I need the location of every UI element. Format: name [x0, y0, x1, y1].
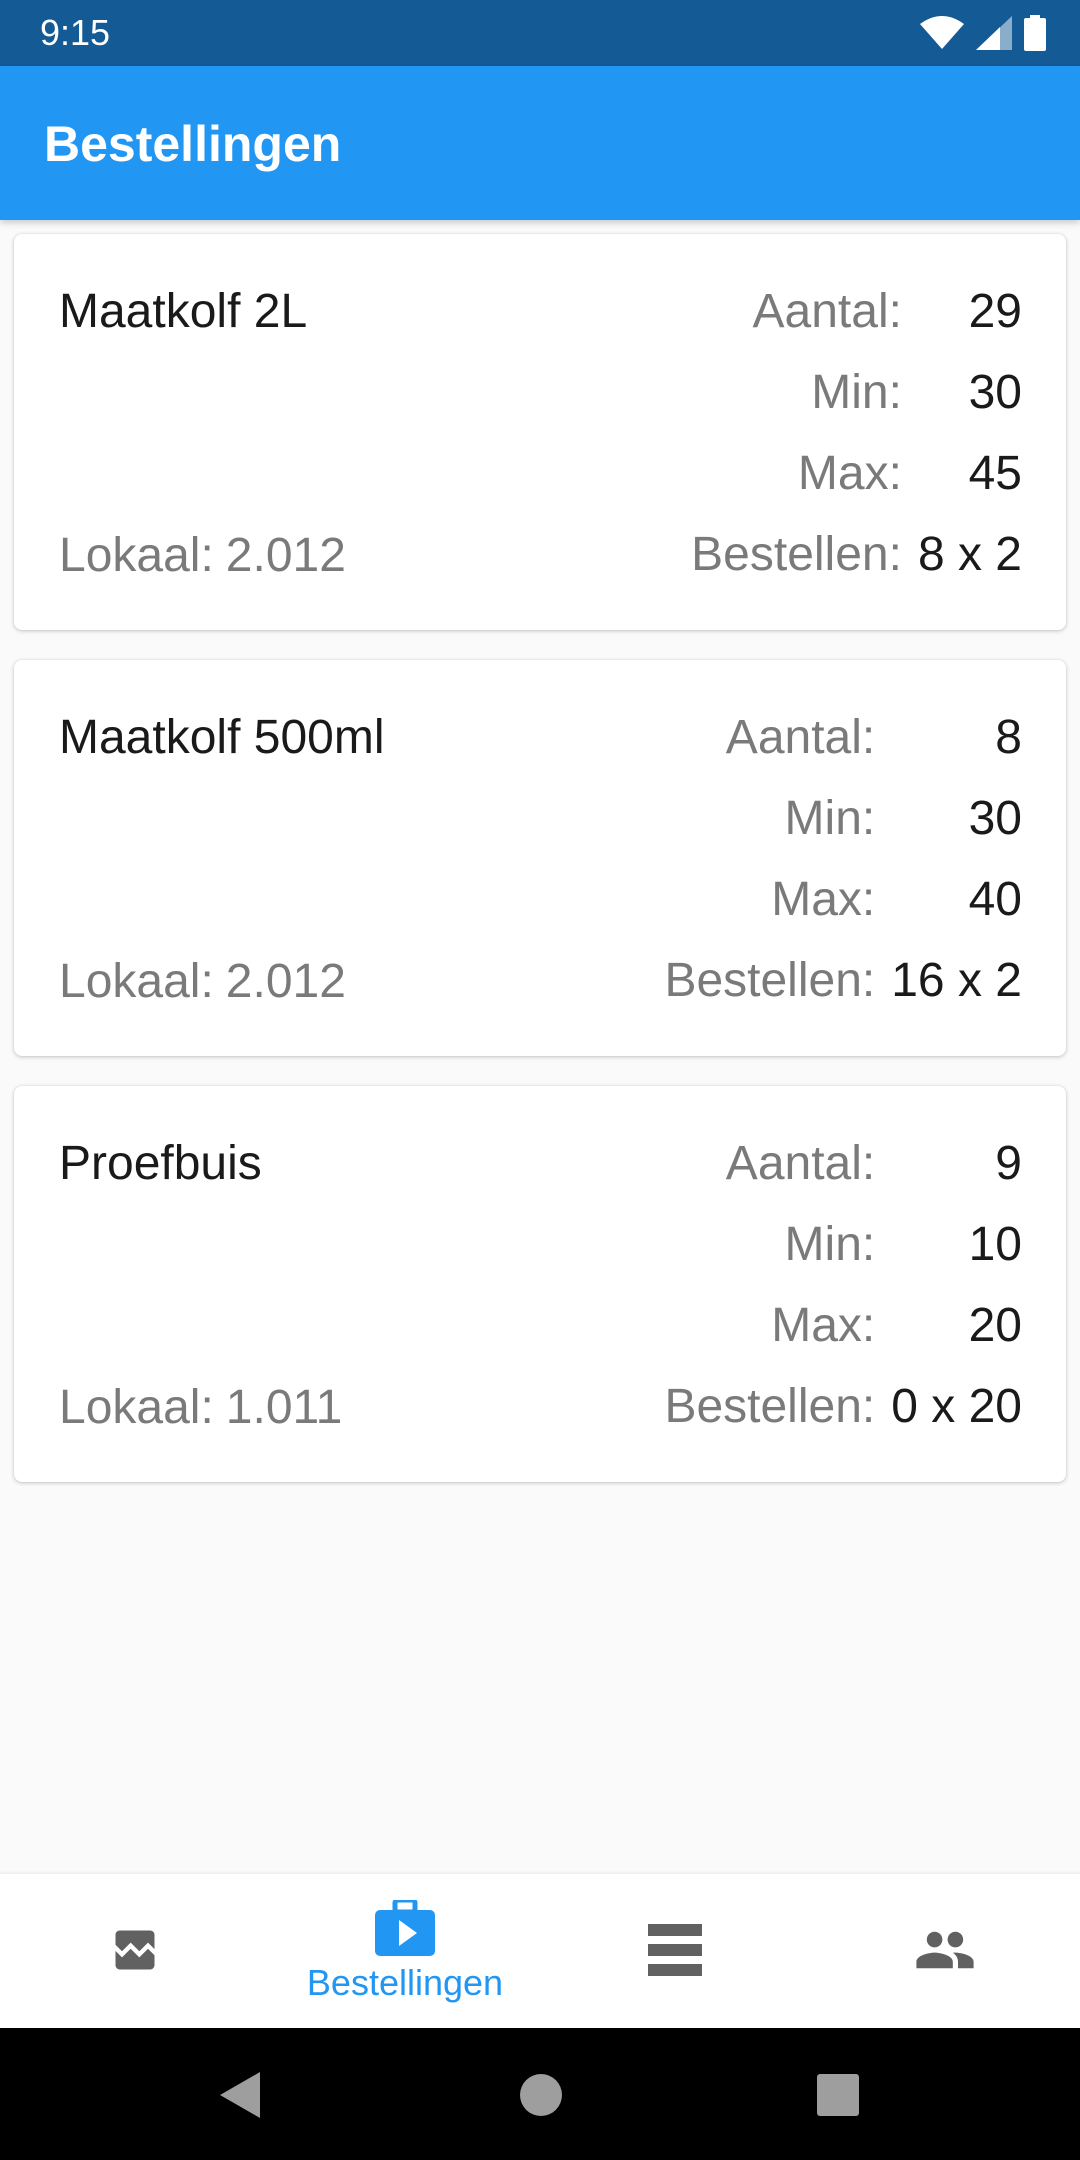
page-title: Bestellingen — [44, 116, 342, 172]
stock-stats: Aantal: 29 Min: 30 Max: 45 Bestellen: 8 … — [691, 284, 1022, 583]
system-navigation-bar — [0, 2028, 1080, 2160]
min-label: Min: — [811, 366, 902, 419]
max-label: Max: — [797, 447, 902, 500]
max-value: 40 — [968, 873, 1022, 926]
aantal-value: 29 — [968, 285, 1022, 338]
back-icon[interactable] — [216, 2070, 266, 2120]
nav-item-people[interactable] — [810, 1874, 1080, 2028]
bottom-navigation: Bestellingen — [0, 1874, 1080, 2028]
bestellen-value: 16 x 2 — [891, 954, 1022, 1007]
bestellen-label: Bestellen: — [664, 1380, 876, 1433]
order-card[interactable]: Maatkolf 500ml Lokaal: 2.012 Aantal: 8 M… — [14, 660, 1066, 1056]
aantal-label: Aantal: — [725, 711, 876, 764]
status-icons — [920, 14, 1046, 52]
app-bar: Bestellingen — [0, 66, 1080, 220]
signal-icon — [976, 16, 1012, 50]
room-info: Lokaal: 2.012 — [59, 954, 346, 1010]
home-icon[interactable] — [516, 2070, 566, 2120]
bestellen-label: Bestellen: — [664, 954, 876, 1007]
order-card[interactable]: Proefbuis Lokaal: 1.011 Aantal: 9 Min: 1… — [14, 1086, 1066, 1482]
status-time: 9:15 — [40, 12, 111, 53]
min-value: 30 — [968, 792, 1022, 845]
aantal-value: 9 — [995, 1137, 1022, 1190]
recents-icon[interactable] — [813, 2070, 863, 2120]
nav-item-chart[interactable] — [0, 1874, 270, 2028]
room-info: Lokaal: 1.011 — [59, 1380, 342, 1436]
max-value: 20 — [968, 1299, 1022, 1352]
min-label: Min: — [784, 1218, 876, 1271]
battery-icon — [1024, 15, 1046, 51]
nav-item-bestellingen[interactable]: Bestellingen — [270, 1874, 540, 2028]
wifi-icon — [920, 16, 964, 50]
product-name: Maatkolf 500ml — [59, 711, 385, 764]
room-value: 1.011 — [225, 1381, 343, 1434]
max-label: Max: — [771, 873, 876, 926]
stock-stats: Aantal: 8 Min: 30 Max: 40 Bestellen: 16 … — [664, 710, 1022, 1009]
room-label: Lokaal: — [59, 529, 214, 582]
nav-label-bestellingen: Bestellingen — [306, 1962, 504, 2003]
stock-stats: Aantal: 9 Min: 10 Max: 20 Bestellen: 0 x… — [664, 1136, 1022, 1435]
bestellen-value: 8 x 2 — [917, 528, 1022, 581]
min-value: 10 — [968, 1218, 1022, 1271]
briefcase-play-icon — [375, 1897, 435, 1961]
people-icon — [913, 1924, 977, 1981]
order-card[interactable]: Maatkolf 2L Lokaal: 2.012 Aantal: 29 Min… — [14, 234, 1066, 630]
min-value: 30 — [968, 366, 1022, 419]
aantal-label: Aantal: — [725, 1137, 876, 1190]
aantal-label: Aantal: — [752, 285, 902, 338]
room-value: 2.012 — [225, 529, 346, 582]
list-icon — [648, 1924, 702, 1981]
aantal-value: 8 — [995, 711, 1022, 764]
product-name: Maatkolf 2L — [59, 285, 308, 338]
status-bar: 9:15 — [0, 0, 1080, 66]
max-label: Max: — [771, 1299, 876, 1352]
product-name: Proefbuis — [59, 1137, 262, 1190]
room-value: 2.012 — [225, 955, 346, 1008]
nav-item-list[interactable] — [540, 1874, 810, 2028]
chart-icon — [109, 1924, 161, 1981]
max-value: 45 — [968, 447, 1022, 500]
bestellen-value: 0 x 20 — [891, 1380, 1022, 1433]
room-label: Lokaal: — [59, 1381, 214, 1434]
order-list: Maatkolf 2L Lokaal: 2.012 Aantal: 29 Min… — [14, 234, 1066, 1512]
room-label: Lokaal: — [59, 955, 214, 1008]
bestellen-label: Bestellen: — [691, 528, 902, 581]
room-info: Lokaal: 2.012 — [59, 528, 346, 584]
min-label: Min: — [784, 792, 876, 845]
